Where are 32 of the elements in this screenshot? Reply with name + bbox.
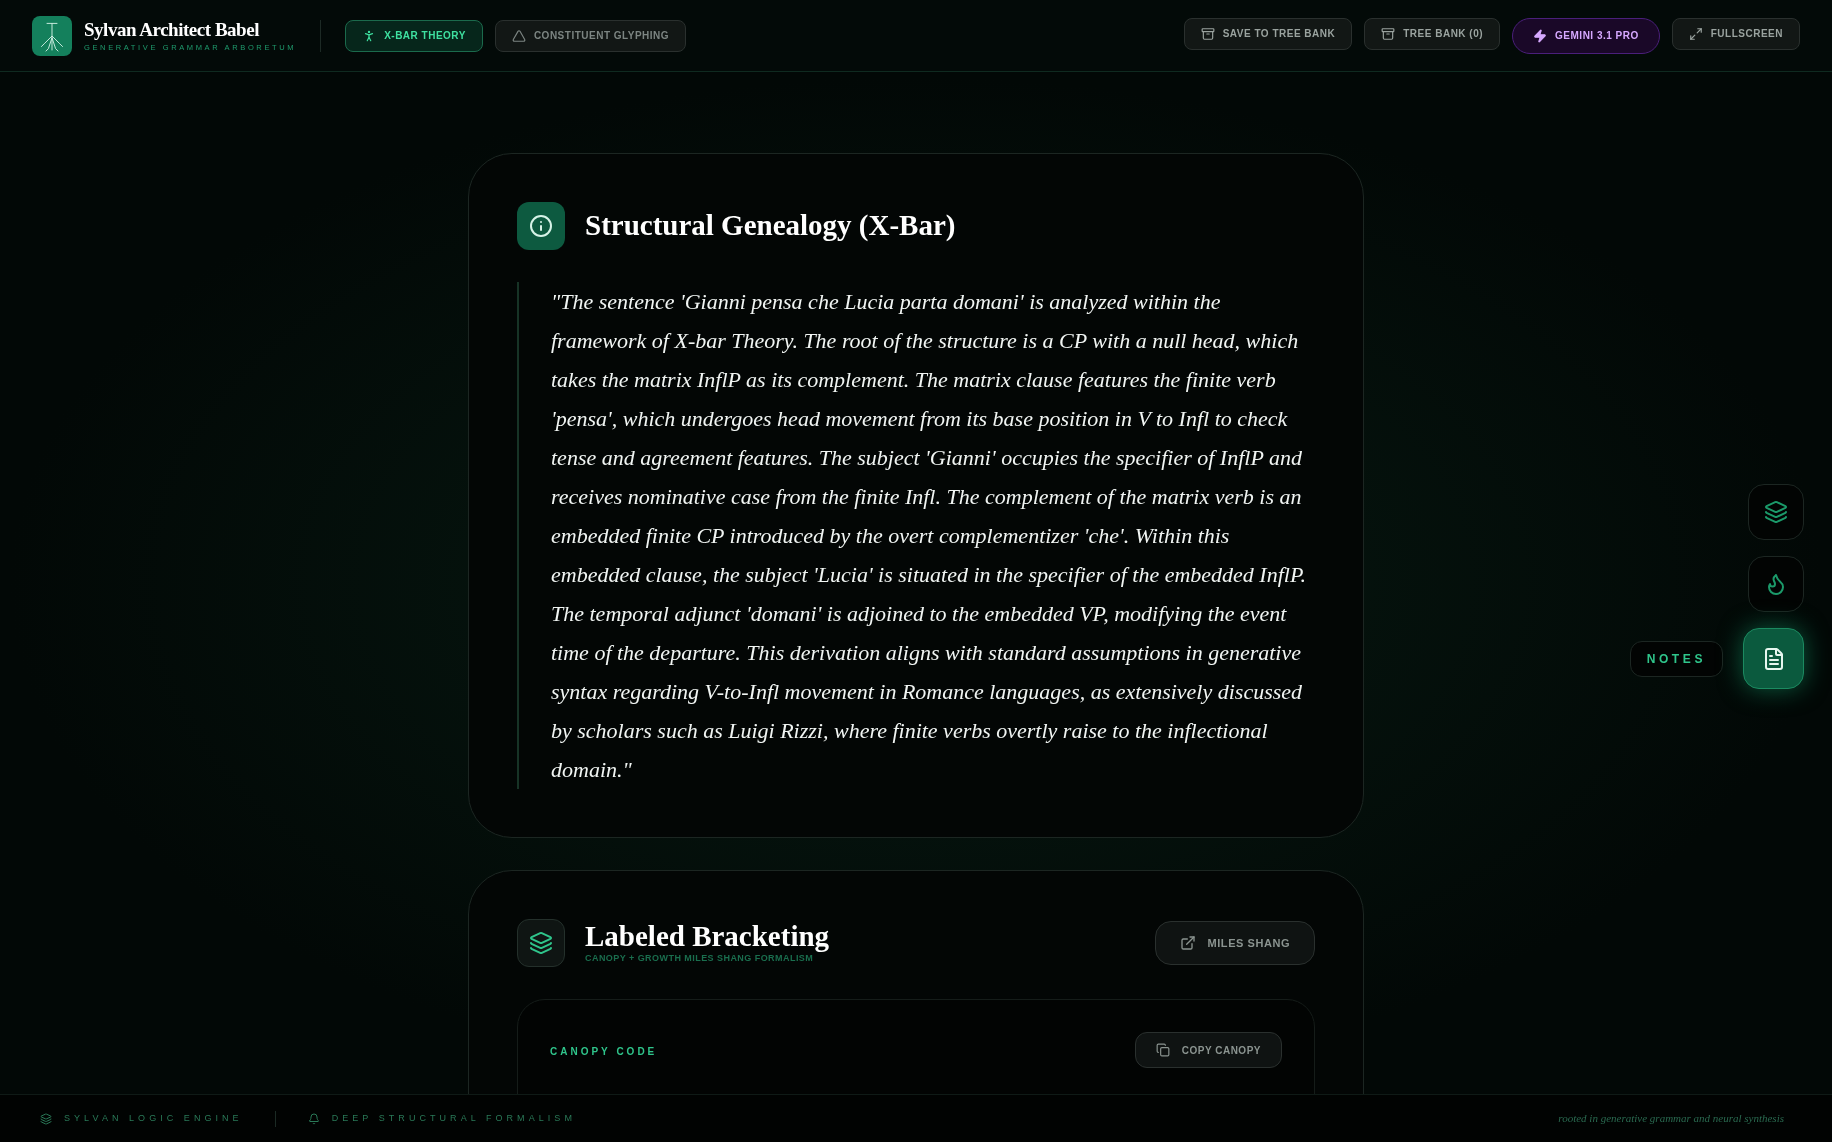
app-title: Sylvan Architect Babel — [84, 17, 260, 42]
action-button[interactable]: TREE BANK (0) — [1364, 17, 1501, 50]
rail-tooltip: NOTES — [1629, 640, 1723, 677]
footer-tagline: rooted in generative grammar and neural synthesis — [1558, 1111, 1784, 1127]
layers-icon — [40, 1112, 52, 1125]
model-selector[interactable]: GEMINI 3.1 PRO — [1512, 17, 1660, 54]
action-button[interactable]: FULLSCREEN — [1671, 17, 1800, 50]
link-button[interactable]: MILES SHANG — [1154, 921, 1315, 965]
card-subtitle: CANOPY + GROWTH MILES SHANG FORMALISM — [585, 952, 815, 966]
layers-icon — [1764, 500, 1788, 524]
code-label: CANOPY CODE — [550, 1045, 658, 1059]
status-text: SYLVAN LOGIC ENGINE — [64, 1111, 243, 1125]
analysis-quote: "The sentence 'Gianni pensa che Lucia parta domani' is analyzed within the framework of X-bar Theory. The root of the structure is a CP with a null head, which takes the matrix InflP as its complement. The matrix clause features the finite verb 'pensa', which undergoes head movement from its base position in V to Infl to check tense and agreement features. The subject 'Gianni' occupies the specifier of InflP and receives nominative case from the finite Infl. The complement of the matrix verb is an embedded finite CP introduced by the overt complementizer 'che'. Within this embedded clause, the subject 'Lucia' is situated in the specifier of the embedded InflP. The temporal adjunct 'domani' is adjoined to the embedded VP, modifying the event time of the departure. This derivation aligns with standard assumptions in generative syntax regarding V-to-Infl movement in Romance languages, as extensively discussed by scholars such as Luigi Rizzi, where finite verbs overtly raise to the inflectional domain." — [551, 288, 1307, 784]
card-title: Labeled Bracketing — [585, 920, 830, 953]
copy-icon — [1155, 1043, 1170, 1057]
triangle-icon — [511, 28, 526, 43]
layers-icon — [529, 931, 553, 955]
tree-logo — [32, 15, 72, 56]
action-button[interactable]: SAVE TO TREE BANK — [1183, 17, 1353, 50]
bell-icon — [307, 1112, 320, 1125]
mode-tab[interactable]: CONSTITUENT GLYPHING — [494, 19, 687, 52]
fullscreen-icon — [1688, 26, 1703, 41]
status-text: DEEP STRUCTURAL FORMALISM — [331, 1111, 576, 1125]
card-title: Structural Genealogy (X-Bar) — [585, 208, 956, 244]
external-link-icon — [1179, 935, 1196, 951]
lightning-icon — [1533, 28, 1548, 43]
rail-button[interactable] — [1743, 628, 1804, 689]
info-icon — [529, 214, 553, 238]
archive-icon — [1381, 26, 1396, 41]
copy-button[interactable]: COPY CANOPY — [1134, 1032, 1282, 1068]
archive-icon — [1200, 26, 1215, 41]
mode-tab[interactable]: X-BAR THEORY — [345, 19, 483, 52]
